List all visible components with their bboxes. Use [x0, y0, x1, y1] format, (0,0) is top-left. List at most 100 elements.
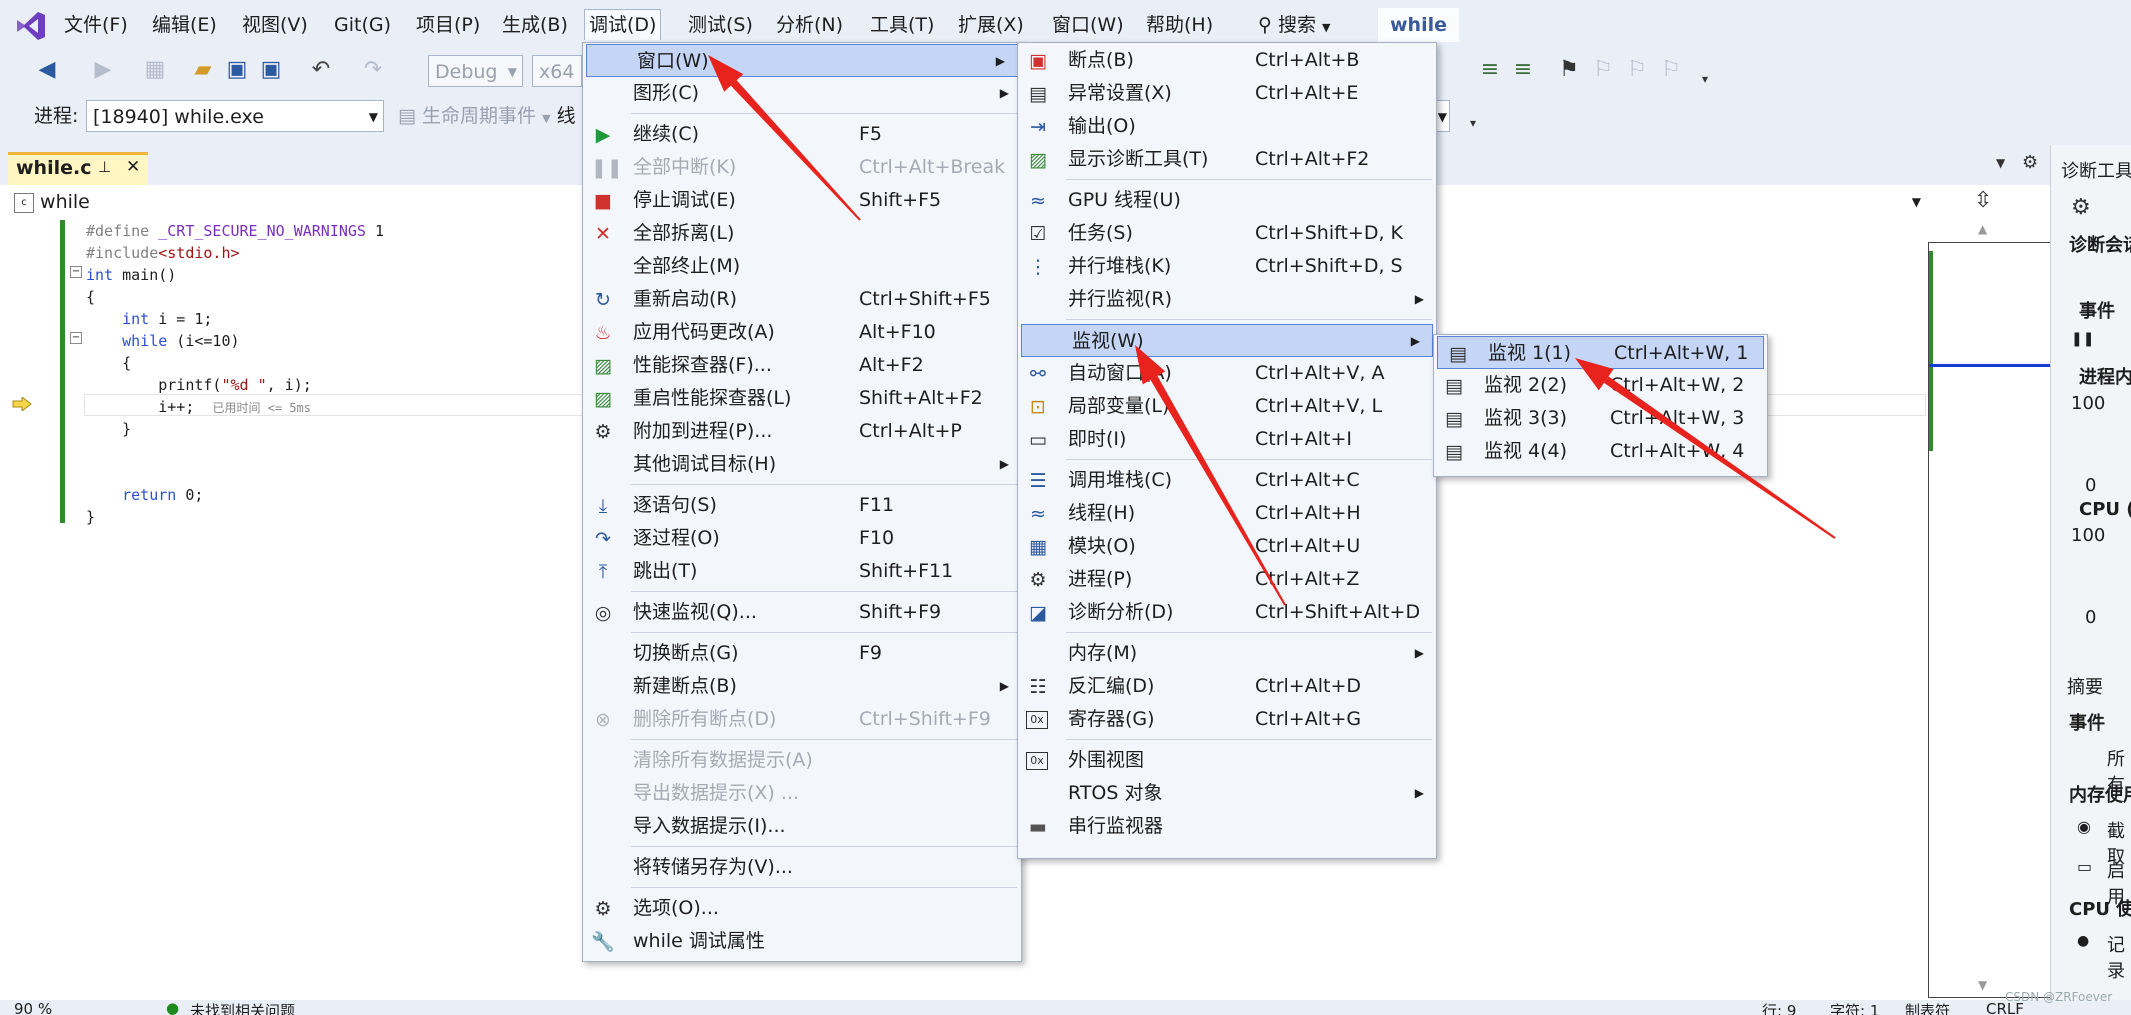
lifecycle-events-dropdown[interactable]: ▤ 生命周期事件 ▼ 线 — [398, 100, 576, 132]
debug-menu-item-2[interactable]: ▶ 继续(C) F5 — [583, 118, 1021, 151]
bookmark-icon[interactable]: ⚑ — [1554, 55, 1584, 85]
scroll-up-icon[interactable]: ▲ — [1978, 222, 1987, 236]
menu-help[interactable]: 帮助(H) — [1142, 10, 1217, 40]
tab-while-c[interactable]: while.c ⊥ ✕ — [8, 152, 148, 185]
window-menu-item-15[interactable]: ⚙ 进程(P) Ctrl+Alt+Z — [1018, 563, 1436, 596]
debug-menu-item-25[interactable]: 🔧 while 调试属性 — [583, 925, 1021, 958]
window-menu-item-17[interactable]: 内存(M) ▶ — [1018, 637, 1436, 670]
uncomment-icon[interactable]: ≡ — [1508, 55, 1538, 85]
tab-list-icon[interactable]: ▼ — [1996, 156, 2005, 170]
debug-menu-item-11[interactable]: ⚙ 附加到进程(P)... Ctrl+Alt+P — [583, 415, 1021, 448]
next-bookmark-icon[interactable]: ⚐ — [1622, 55, 1652, 85]
back-icon[interactable]: ◀ — [32, 55, 62, 85]
window-menu-item-18[interactable]: ☷ 反汇编(D) Ctrl+Alt+D — [1018, 670, 1436, 703]
debug-menu-item-5[interactable]: ✕ 全部拆离(L) — [583, 217, 1021, 250]
gear-icon[interactable]: ⚙ — [2071, 195, 2091, 220]
debug-menu-item-16[interactable]: ◎ 快速监视(Q)... Shift+F9 — [583, 596, 1021, 629]
window-menu-item-11[interactable]: ▭ 即时(I) Ctrl+Alt+I — [1018, 423, 1436, 456]
window-menu-item-10[interactable]: ⊡ 局部变量(L) Ctrl+Alt+V, L — [1018, 390, 1436, 423]
comment-icon[interactable]: ≡ — [1475, 55, 1505, 85]
debug-menu-item-10[interactable]: ▨ 重启性能探查器(L) Shift+Alt+F2 — [583, 382, 1021, 415]
debug-menu-item-22[interactable]: 导入数据提示(I)... — [583, 810, 1021, 843]
menu-view[interactable]: 视图(V) — [238, 10, 312, 40]
window-menu-item-0[interactable]: ▣ 断点(B) Ctrl+Alt+B — [1018, 44, 1436, 77]
window-menu-item-5[interactable]: ☑ 任务(S) Ctrl+Shift+D, K — [1018, 217, 1436, 250]
menu-analyze[interactable]: 分析(N) — [772, 10, 847, 40]
record-cpu-link[interactable]: 记录 — [2107, 931, 2131, 983]
new-project-icon[interactable]: ▦ — [140, 55, 170, 85]
window-menu-item-20[interactable]: 0x 外围视图 — [1018, 744, 1436, 777]
settings-icon[interactable]: ⚙ — [2022, 152, 2038, 173]
debug-menu-item-8[interactable]: ♨ 应用代码更改(A) Alt+F10 — [583, 316, 1021, 349]
window-menu-item-3[interactable]: ▨ 显示诊断工具(T) Ctrl+Alt+F2 — [1018, 143, 1436, 176]
window-menu-item-7[interactable]: 并行监视(R) ▶ — [1018, 283, 1436, 316]
debug-menu-item-14[interactable]: ↷ 逐过程(O) F10 — [583, 522, 1021, 555]
debug-menu-item-1[interactable]: 图形(C) ▶ — [583, 77, 1021, 110]
pause-icon[interactable]: ❚❚ — [2071, 331, 2094, 347]
scroll-down-icon[interactable]: ▼ — [1978, 978, 1987, 992]
debug-menu-item-4[interactable]: ■ 停止调试(E) Shift+F5 — [583, 184, 1021, 217]
debug-menu-item-23[interactable]: 将转储另存为(V)... — [583, 851, 1021, 884]
window-menu-item-2[interactable]: ⇥ 输出(O) — [1018, 110, 1436, 143]
debug-menu-item-13[interactable]: ⤓ 逐语句(S) F11 — [583, 489, 1021, 522]
process-select[interactable]: [18940] while.exe ▼ — [86, 100, 384, 132]
debug-menu-item-24[interactable]: ⚙ 选项(O)... — [583, 892, 1021, 925]
debug-menu-item-7[interactable]: ↻ 重新启动(R) Ctrl+Shift+F5 — [583, 283, 1021, 316]
window-menu-item-1[interactable]: ▤ 异常设置(X) Ctrl+Alt+E — [1018, 77, 1436, 110]
debug-menu-item-17[interactable]: 切换断点(G) F9 — [583, 637, 1021, 670]
menu-debug[interactable]: 调试(D) — [584, 9, 662, 40]
pin-icon[interactable]: ⊥ — [98, 158, 111, 176]
undo-icon[interactable]: ↶ — [306, 55, 336, 85]
forward-icon[interactable]: ▶ — [88, 55, 118, 85]
window-menu-item-6[interactable]: ⋮ 并行堆栈(K) Ctrl+Shift+D, S — [1018, 250, 1436, 283]
debug-menu-item-15[interactable]: ⤒ 跳出(T) Shift+F11 — [583, 555, 1021, 588]
window-menu-item-22[interactable]: ▬ 串行监视器 — [1018, 810, 1436, 843]
window-menu-item-8[interactable]: 监视(W) ▶ — [1021, 324, 1433, 357]
menu-extensions[interactable]: 扩展(X) — [954, 10, 1028, 40]
watch-menu-item-2[interactable]: ▤ 监视 3(3) Ctrl+Alt+W, 3 — [1434, 402, 1767, 435]
configuration-select[interactable]: Debug ▼ — [428, 55, 523, 87]
menu-project[interactable]: 项目(P) — [412, 10, 484, 40]
menu-tools[interactable]: 工具(T) — [866, 10, 938, 40]
debug-menu-item-20[interactable]: 清除所有数据提示(A) — [583, 744, 1021, 777]
redo-icon[interactable]: ↷ — [358, 55, 388, 85]
scope-dropdown[interactable]: c while — [14, 189, 90, 215]
window-menu-item-4[interactable]: ≈ GPU 线程(U) — [1018, 184, 1436, 217]
watch-menu-item-3[interactable]: ▤ 监视 4(4) Ctrl+Alt+W, 4 — [1434, 435, 1767, 468]
debug-menu-item-0[interactable]: 窗口(W) ▶ — [586, 44, 1018, 77]
watch-menu-item-0[interactable]: ▤ 监视 1(1) Ctrl+Alt+W, 1 — [1437, 336, 1764, 369]
tab-mode[interactable]: 制表符 — [1905, 1000, 1950, 1015]
open-folder-icon[interactable]: ▰ — [188, 55, 218, 85]
menu-test[interactable]: 测试(S) — [684, 10, 757, 40]
window-menu-item-12[interactable]: ☰ 调用堆栈(C) Ctrl+Alt+C — [1018, 464, 1436, 497]
platform-select[interactable]: x64 — [532, 55, 582, 87]
window-menu-item-14[interactable]: ▦ 模块(O) Ctrl+Alt+U — [1018, 530, 1436, 563]
toolbar-overflow-icon[interactable]: ▾ — [1458, 108, 1488, 138]
vs-logo-icon[interactable] — [14, 10, 48, 42]
menu-file[interactable]: 文件(F) — [60, 10, 132, 40]
menu-edit[interactable]: 编辑(E) — [148, 10, 221, 40]
issues-status[interactable]: 未找到相关问题 — [190, 1000, 295, 1015]
window-menu-item-13[interactable]: ≈ 线程(H) Ctrl+Alt+H — [1018, 497, 1436, 530]
debug-menu-item-18[interactable]: 新建断点(B) ▶ — [583, 670, 1021, 703]
save-icon[interactable]: ▣ — [222, 55, 252, 85]
close-icon[interactable]: ✕ — [126, 157, 140, 177]
menu-build[interactable]: 生成(B) — [498, 10, 572, 40]
member-dropdown[interactable]: ▼ — [1425, 189, 1931, 215]
menu-window[interactable]: 窗口(W) — [1048, 10, 1128, 40]
zoom-level[interactable]: 90 % — [14, 1000, 52, 1015]
debug-menu-item-9[interactable]: ▨ 性能探查器(F)... Alt+F2 — [583, 349, 1021, 382]
window-menu-item-9[interactable]: ⚯ 自动窗口(A) Ctrl+Alt+V, A — [1018, 357, 1436, 390]
toolbar-overflow-icon[interactable]: ▾ — [1690, 64, 1720, 94]
debug-menu-item-19[interactable]: ⊗ 删除所有断点(D) Ctrl+Shift+F9 — [583, 703, 1021, 736]
tab-summary[interactable]: 摘要 — [2067, 673, 2103, 699]
debug-menu-item-3[interactable]: ❚❚ 全部中断(K) Ctrl+Alt+Break — [583, 151, 1021, 184]
watch-menu-item-1[interactable]: ▤ 监视 2(2) Ctrl+Alt+W, 2 — [1434, 369, 1767, 402]
search-box[interactable]: ⚲ 搜索 ▼ — [1258, 10, 1331, 40]
debug-menu-item-21[interactable]: 导出数据提示(X) ... — [583, 777, 1021, 810]
prev-bookmark-icon[interactable]: ⚐ — [1588, 55, 1618, 85]
window-menu-item-16[interactable]: ◪ 诊断分析(D) Ctrl+Shift+Alt+D — [1018, 596, 1436, 629]
window-menu-item-19[interactable]: 0x 寄存器(G) Ctrl+Alt+G — [1018, 703, 1436, 736]
split-editor-icon[interactable]: ⇳ — [1974, 188, 1992, 213]
collapse-main-icon[interactable]: − — [70, 266, 82, 278]
